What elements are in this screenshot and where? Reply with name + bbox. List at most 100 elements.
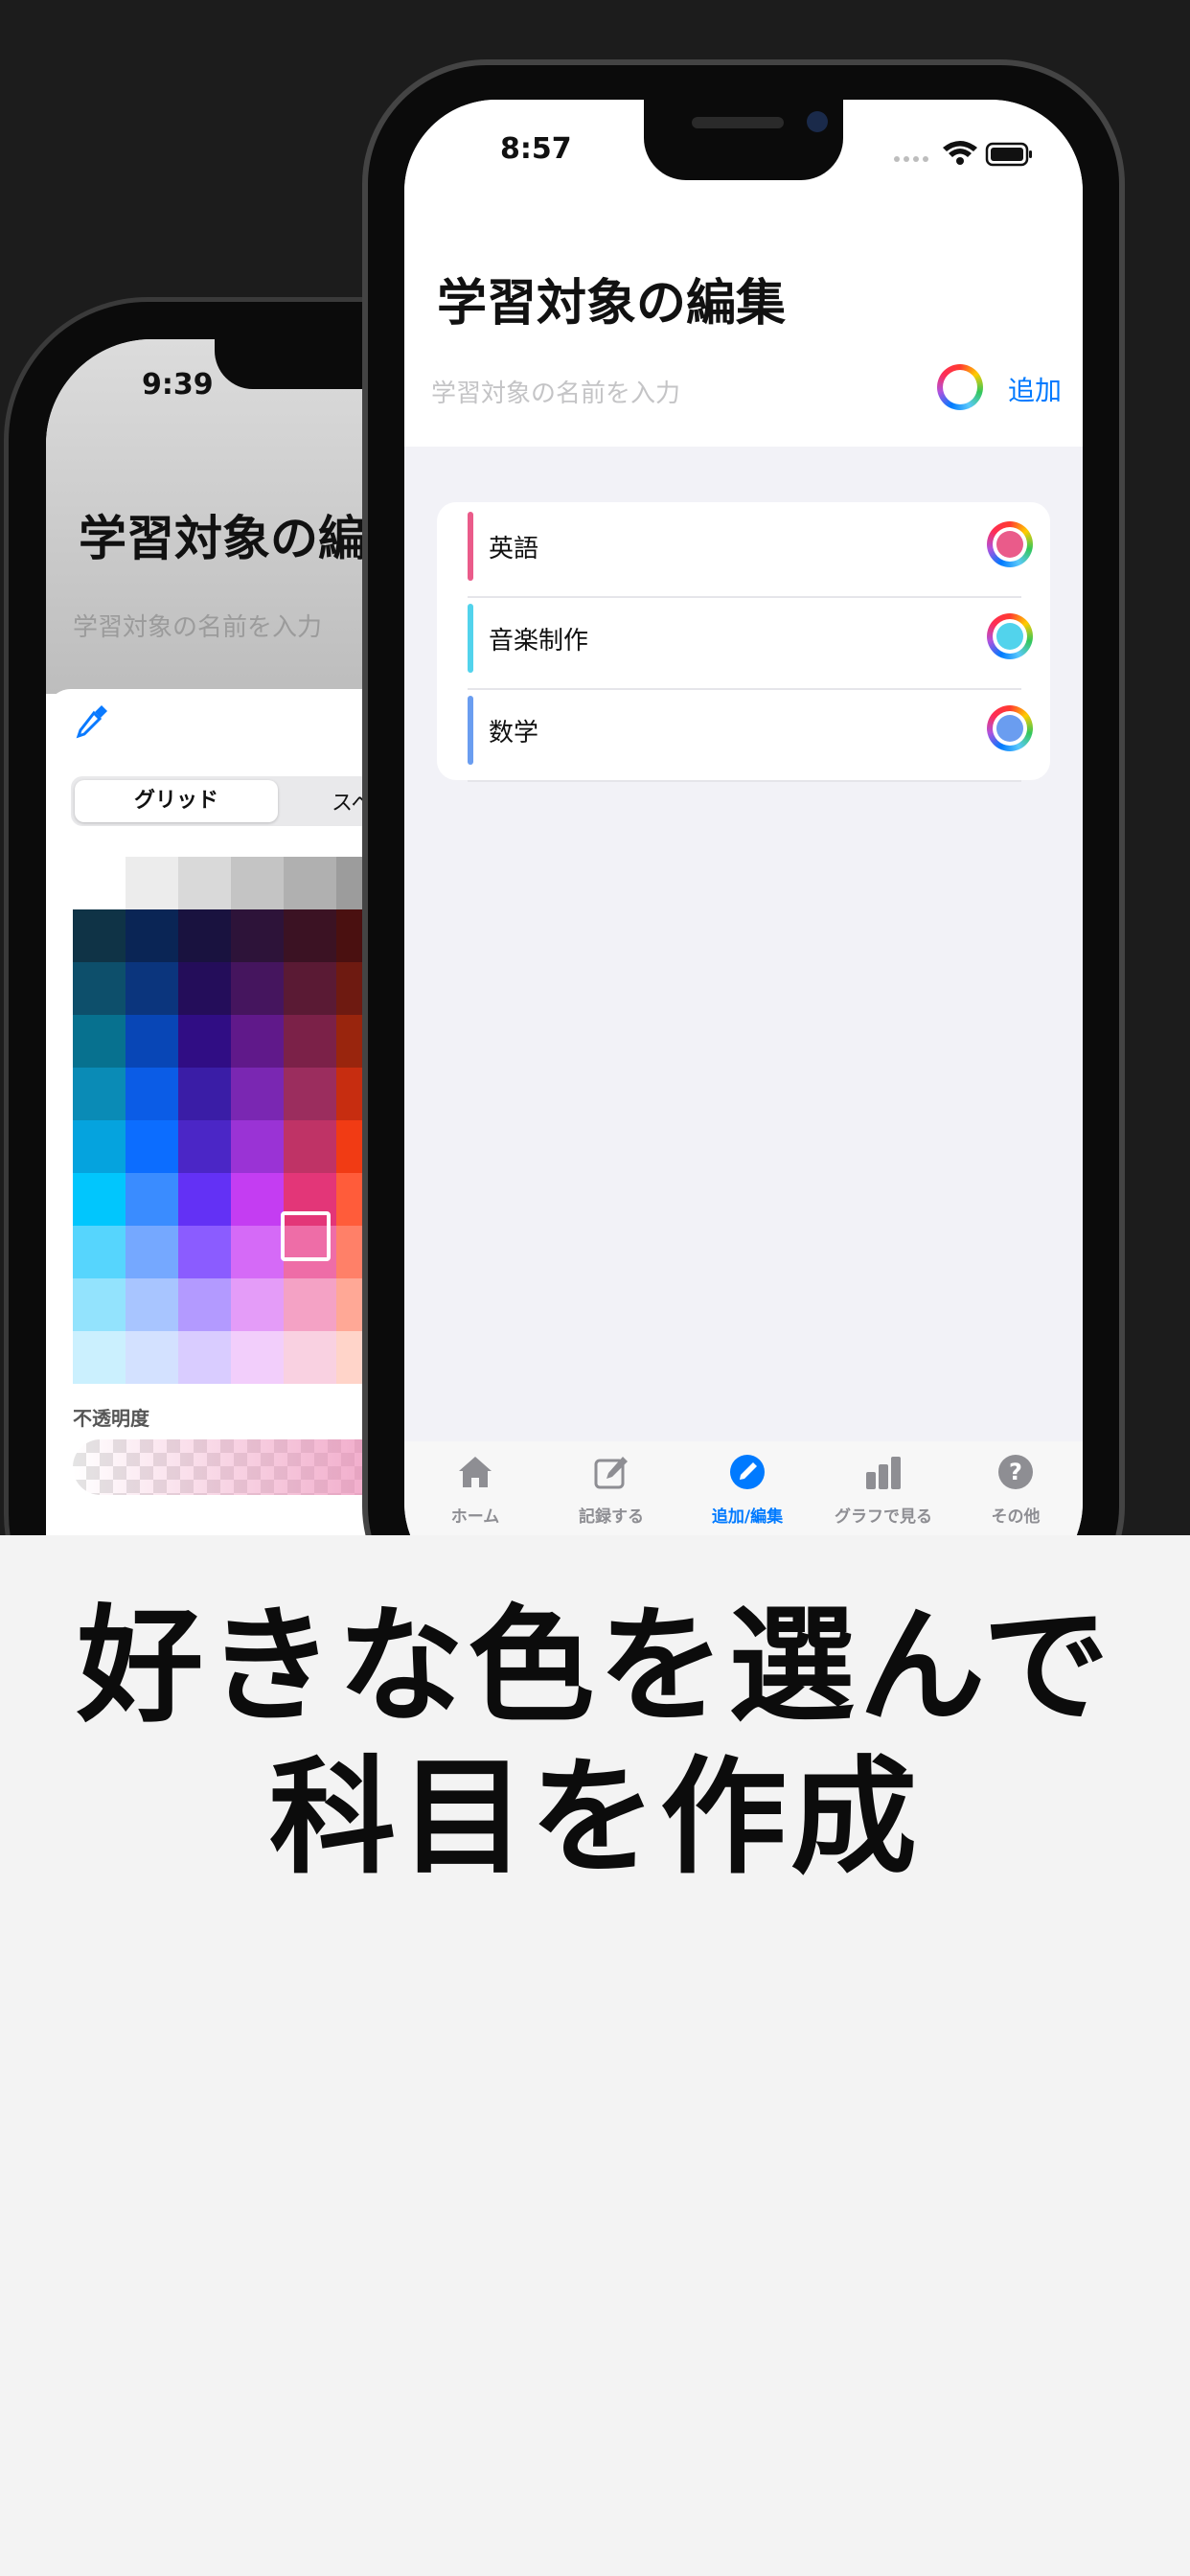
color-grid-cell[interactable] bbox=[284, 1331, 336, 1384]
tab-add-edit[interactable]: 追加/編集 bbox=[680, 1453, 814, 1535]
color-grid-cell[interactable] bbox=[178, 1331, 231, 1384]
notch-camera bbox=[807, 111, 828, 132]
tab-graph[interactable]: グラフで見る bbox=[816, 1453, 950, 1535]
color-grid-cell[interactable] bbox=[178, 1226, 231, 1278]
color-grid-cell[interactable] bbox=[73, 1120, 126, 1173]
subject-color-swatch[interactable] bbox=[987, 613, 1033, 659]
color-grid-cell[interactable] bbox=[284, 962, 336, 1015]
promo-headline: 好きな色を選んで 科目を作成 bbox=[0, 1591, 1190, 1894]
top-background: 9:39 学習対象の編 学習対象の名前を入力 グリッド スペ 不透明度 8:57 bbox=[0, 0, 1190, 1535]
color-grid-cell[interactable] bbox=[231, 1015, 284, 1068]
color-grid-cell[interactable] bbox=[231, 1173, 284, 1226]
back-page-title: 学習対象の編 bbox=[79, 511, 366, 566]
bar-chart-icon bbox=[866, 1457, 901, 1489]
color-grid-cell[interactable] bbox=[126, 962, 178, 1015]
opacity-label: 不透明度 bbox=[73, 1407, 149, 1430]
wifi-icon bbox=[943, 141, 977, 165]
color-grid-cell[interactable] bbox=[178, 1278, 231, 1331]
color-grid-cell[interactable] bbox=[284, 1278, 336, 1331]
list-item[interactable]: 音楽制作 bbox=[437, 596, 1050, 690]
color-grid-cell[interactable] bbox=[73, 1331, 126, 1384]
tab-label: 追加/編集 bbox=[711, 1507, 784, 1527]
color-grid-cell[interactable] bbox=[231, 1120, 284, 1173]
color-grid-cell[interactable] bbox=[73, 909, 126, 962]
color-grid-cell[interactable] bbox=[231, 909, 284, 962]
svg-text:?: ? bbox=[1009, 1459, 1022, 1485]
eyedropper-icon[interactable] bbox=[73, 702, 111, 740]
color-grid-cell[interactable] bbox=[126, 1120, 178, 1173]
subject-color-bar bbox=[468, 696, 473, 765]
subject-color-swatch[interactable] bbox=[987, 705, 1033, 751]
subject-label: 音楽制作 bbox=[489, 627, 589, 656]
back-name-placeholder: 学習対象の名前を入力 bbox=[73, 613, 323, 642]
color-grid-cell[interactable] bbox=[126, 1173, 178, 1226]
color-grid-cell[interactable] bbox=[231, 1226, 284, 1278]
home-icon bbox=[459, 1457, 492, 1487]
color-grid-cell[interactable] bbox=[73, 1226, 126, 1278]
tab-label: その他 bbox=[991, 1507, 1041, 1527]
color-grid-cell[interactable] bbox=[178, 1015, 231, 1068]
back-status-time: 9:39 bbox=[142, 368, 214, 402]
color-grid-cell[interactable] bbox=[126, 1068, 178, 1120]
battery-icon bbox=[985, 142, 1032, 167]
add-button[interactable]: 追加 bbox=[1008, 370, 1062, 408]
page-title: 学習対象の編集 bbox=[437, 275, 787, 333]
color-grid-cell[interactable] bbox=[178, 962, 231, 1015]
color-grid-cell[interactable] bbox=[178, 1120, 231, 1173]
color-grid-cell[interactable] bbox=[73, 1068, 126, 1120]
color-grid-cell[interactable] bbox=[73, 857, 126, 909]
color-grid-cell[interactable] bbox=[284, 1068, 336, 1120]
list-item[interactable]: 英語 bbox=[437, 504, 1050, 598]
color-grid-cell[interactable] bbox=[284, 857, 336, 909]
list-item[interactable]: 数学 bbox=[437, 688, 1050, 782]
color-grid-cell[interactable] bbox=[231, 1278, 284, 1331]
color-grid-cell[interactable] bbox=[126, 857, 178, 909]
subject-label: 英語 bbox=[489, 535, 539, 564]
headline-line-1: 好きな色を選んで bbox=[77, 1593, 1113, 1740]
subject-list: 英語 音楽制作 数学 bbox=[437, 502, 1050, 782]
color-grid-cell[interactable] bbox=[73, 1278, 126, 1331]
color-picker-button[interactable] bbox=[937, 364, 983, 410]
color-grid-cell[interactable] bbox=[231, 1068, 284, 1120]
color-grid-cell[interactable] bbox=[231, 857, 284, 909]
headline-line-2: 科目を作成 bbox=[269, 1744, 921, 1892]
status-icons bbox=[894, 141, 1032, 167]
pencil-circle-icon bbox=[730, 1455, 765, 1489]
tab-label: 記録する bbox=[579, 1507, 644, 1527]
subject-label: 数学 bbox=[489, 719, 539, 748]
color-grid-cell[interactable] bbox=[231, 1331, 284, 1384]
color-grid-cell[interactable] bbox=[284, 909, 336, 962]
color-grid-cell[interactable] bbox=[126, 1278, 178, 1331]
color-grid-cell[interactable] bbox=[73, 962, 126, 1015]
subject-color-swatch[interactable] bbox=[987, 521, 1033, 567]
signal-icon bbox=[894, 156, 928, 162]
color-grid-cell[interactable] bbox=[126, 1015, 178, 1068]
color-grid-cell[interactable] bbox=[178, 1068, 231, 1120]
color-grid-cell[interactable] bbox=[178, 909, 231, 962]
color-grid-cell[interactable] bbox=[178, 857, 231, 909]
color-grid-cell[interactable] bbox=[178, 1173, 231, 1226]
color-grid-cell[interactable] bbox=[284, 1120, 336, 1173]
tab-label: グラフで見る bbox=[835, 1507, 932, 1527]
notch-speaker bbox=[692, 117, 784, 128]
status-time: 8:57 bbox=[500, 132, 572, 166]
color-grid-cell[interactable] bbox=[126, 1226, 178, 1278]
color-grid-cell[interactable] bbox=[231, 962, 284, 1015]
row-divider bbox=[468, 780, 1021, 782]
selected-color-cell[interactable] bbox=[281, 1211, 331, 1261]
tab-other[interactable]: ? その他 bbox=[949, 1453, 1083, 1535]
question-icon: ? bbox=[998, 1455, 1033, 1489]
color-grid-cell[interactable] bbox=[284, 1015, 336, 1068]
tab-home[interactable]: ホーム bbox=[408, 1453, 542, 1535]
front-phone-screen: 8:57 学習対象の編集 追加 英語 bbox=[404, 100, 1083, 1535]
segment-grid[interactable]: グリッド bbox=[75, 780, 278, 822]
color-grid-cell[interactable] bbox=[126, 1331, 178, 1384]
edit-icon bbox=[594, 1457, 628, 1489]
color-grid-cell[interactable] bbox=[126, 909, 178, 962]
subject-color-bar bbox=[468, 512, 473, 581]
tab-record[interactable]: 記録する bbox=[544, 1453, 678, 1535]
color-grid-cell[interactable] bbox=[73, 1015, 126, 1068]
subject-name-input[interactable] bbox=[429, 372, 931, 416]
subject-color-bar bbox=[468, 604, 473, 673]
color-grid-cell[interactable] bbox=[73, 1173, 126, 1226]
